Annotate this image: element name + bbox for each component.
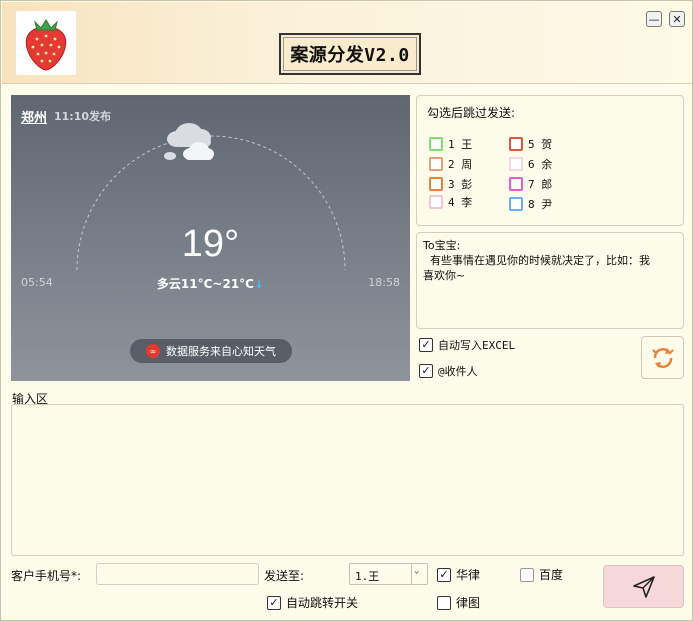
- cloudy-icon: [163, 117, 219, 166]
- strawberry-icon: [16, 11, 76, 75]
- recipient-checkbox[interactable]: 1 王: [429, 136, 472, 152]
- combo-divider: [411, 564, 412, 584]
- recipient-checkbox[interactable]: 5 贺: [509, 136, 552, 152]
- recipient-checkbox[interactable]: 6 余: [509, 156, 552, 172]
- chevron-down-icon[interactable]: ⌄: [414, 566, 419, 576]
- checkbox-box[interactable]: [520, 567, 534, 582]
- send-icon: [632, 575, 655, 598]
- weather-source-badge[interactable]: ∞ 数据服务来自心知天气: [130, 339, 292, 363]
- checkbox-box[interactable]: [509, 157, 523, 171]
- weather-description: 多云11°C~21°C↓: [11, 275, 410, 292]
- seniverse-logo-icon: ∞: [146, 344, 160, 358]
- trend-arrow-icon: ↓: [254, 277, 265, 291]
- check-icon[interactable]: ✓: [267, 595, 281, 610]
- auto-jump-checkbox[interactable]: ✓ 自动跳转开关: [267, 594, 358, 611]
- weather-widget: 郑州 11:10发布 19° 多云11°C~21°C↓ 05:54 18:58: [11, 95, 410, 381]
- at-recipient-label: @收件人: [438, 365, 478, 378]
- input-textarea[interactable]: [11, 404, 684, 556]
- skip-panel-title: 勾选后跳过发送:: [427, 106, 516, 120]
- app-window: 案源分发V2.0 — ✕ 郑州 11:10发布 19° 多云11°C~21°C↓…: [0, 0, 693, 621]
- auto-excel-checkbox[interactable]: ✓ 自动写入EXCEL: [419, 337, 515, 353]
- sunrise-time: 05:54: [21, 276, 53, 289]
- lvtu-label: 律图: [456, 596, 481, 610]
- checkbox-box[interactable]: [429, 195, 443, 209]
- lvtu-checkbox[interactable]: 律图: [437, 594, 480, 611]
- app-title: 案源分发V2.0: [279, 33, 421, 75]
- weather-range: 多云11°C~21°C: [156, 277, 254, 291]
- at-recipient-checkbox[interactable]: ✓ @收件人: [419, 363, 478, 379]
- weather-temperature: 19°: [181, 223, 240, 265]
- baidu-checkbox[interactable]: 百度: [520, 566, 563, 583]
- checkbox-box[interactable]: [509, 137, 523, 151]
- send-button[interactable]: [603, 565, 684, 608]
- recipient-checkbox[interactable]: 7 郎: [509, 176, 552, 192]
- recipient-checkbox[interactable]: 8 尹: [509, 196, 552, 212]
- checkbox-box[interactable]: [429, 177, 443, 191]
- close-icon[interactable]: ✕: [669, 11, 685, 27]
- header-banner: 案源分发V2.0 — ✕: [2, 2, 692, 84]
- checkbox-box[interactable]: [429, 137, 443, 151]
- check-icon[interactable]: ✓: [419, 364, 433, 378]
- weather-source-text: 数据服务来自心知天气: [166, 345, 276, 358]
- checkbox-box[interactable]: [437, 595, 451, 610]
- auto-excel-label: 自动写入EXCEL: [438, 339, 516, 352]
- phone-label: 客户手机号*:: [11, 569, 82, 583]
- refresh-icon: [651, 347, 674, 368]
- recipient-checkbox[interactable]: 4 李: [429, 194, 472, 210]
- recipient-checkbox[interactable]: 2 周: [429, 156, 472, 172]
- message-text[interactable]: To宝宝: 有些事情在遇见你的时候就决定了，比如：我 喜欢你~: [423, 238, 677, 283]
- message-box[interactable]: To宝宝: 有些事情在遇见你的时候就决定了，比如：我 喜欢你~: [416, 232, 684, 329]
- auto-jump-label: 自动跳转开关: [286, 596, 359, 610]
- huaiv-label: 华律: [456, 568, 481, 582]
- send-to-value: 1.王: [355, 570, 380, 583]
- check-icon[interactable]: ✓: [419, 338, 433, 352]
- check-icon[interactable]: ✓: [437, 567, 451, 582]
- send-to-label: 发送至:: [264, 569, 305, 583]
- checkbox-box[interactable]: [429, 157, 443, 171]
- refresh-button[interactable]: [641, 336, 684, 379]
- minimize-icon[interactable]: —: [646, 11, 662, 27]
- baidu-label: 百度: [539, 568, 564, 582]
- checkbox-box[interactable]: [509, 197, 523, 211]
- sunset-time: 18:58: [368, 276, 400, 289]
- phone-input[interactable]: [96, 563, 259, 585]
- skip-panel: 勾选后跳过发送: 1 王 2 周 3 彭 4 李 5 贺 6 余 7 郎 8 尹: [416, 95, 684, 226]
- huaiv-checkbox[interactable]: ✓ 华律: [437, 566, 480, 583]
- checkbox-box[interactable]: [509, 177, 523, 191]
- recipient-checkbox[interactable]: 3 彭: [429, 176, 472, 192]
- send-to-select[interactable]: 1.王 ⌄: [349, 563, 428, 585]
